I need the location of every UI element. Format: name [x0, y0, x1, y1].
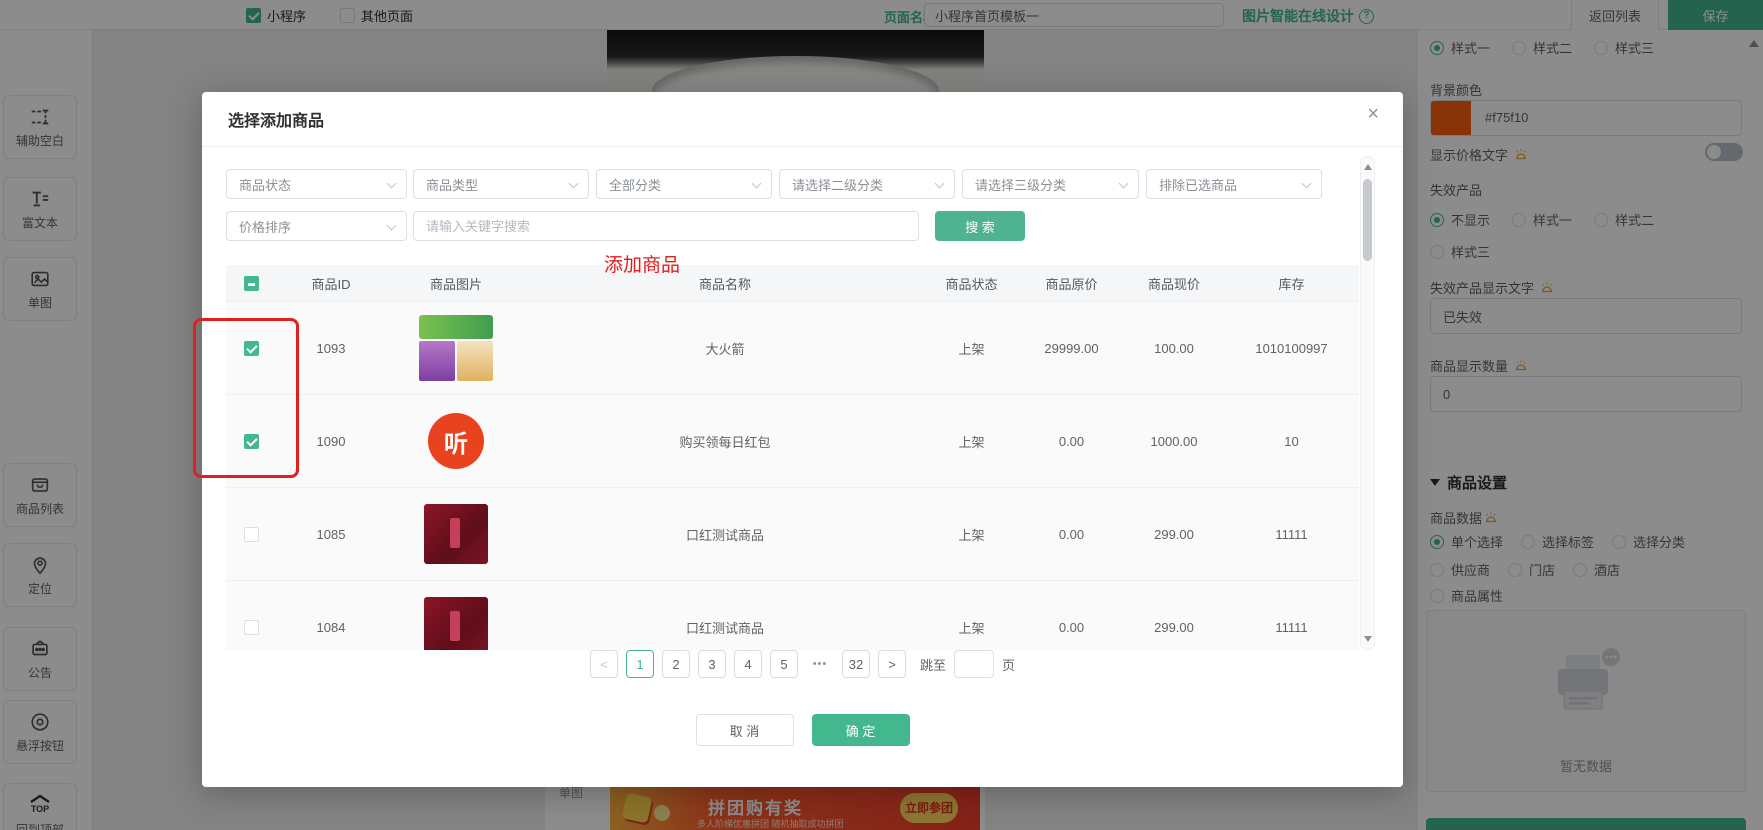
- modal-title: 选择添加商品: [228, 107, 324, 131]
- header-original-price: 商品原价: [1019, 274, 1124, 293]
- prev-page-button[interactable]: <: [590, 650, 618, 678]
- header-product-status: 商品状态: [924, 274, 1019, 293]
- jump-to-input[interactable]: [954, 650, 994, 678]
- divider: [202, 146, 1403, 147]
- header-product-name: 商品名称: [526, 274, 924, 293]
- page-button-4[interactable]: 4: [734, 650, 762, 678]
- level2-category-select[interactable]: 请选择二级分类: [779, 169, 955, 199]
- price-sort-select[interactable]: 价格排序: [226, 211, 407, 241]
- row-checkbox[interactable]: [244, 620, 259, 635]
- page-button-2[interactable]: 2: [662, 650, 690, 678]
- chevron-down-icon: [569, 179, 579, 189]
- table-row[interactable]: 1084 口红测试商品 上架 0.00 299.00 11111: [226, 580, 1359, 650]
- cancel-button[interactable]: 取 消: [696, 714, 794, 746]
- table-row[interactable]: 1093 大火箭 上架 29999.00 100.00 1010100997: [226, 301, 1359, 394]
- screen: 小程序 其他页面 页面名称 : 图片智能在线设计 ? 返回列表 保存 辅助空白 …: [0, 0, 1763, 830]
- header-product-id: 商品ID: [276, 274, 386, 293]
- next-page-button[interactable]: >: [878, 650, 906, 678]
- close-icon[interactable]: ×: [1367, 104, 1379, 124]
- product-image: [424, 504, 488, 564]
- keyword-search-input[interactable]: [413, 211, 919, 241]
- exclude-selected-select[interactable]: 排除已选商品: [1146, 169, 1322, 199]
- search-button[interactable]: 搜 索: [935, 211, 1025, 241]
- annotation-text: 添加商品: [604, 250, 680, 277]
- product-logo-image: 听: [428, 413, 484, 469]
- confirm-button[interactable]: 确 定: [812, 714, 910, 746]
- category-select[interactable]: 全部分类: [596, 169, 772, 199]
- chevron-down-icon: [1302, 179, 1312, 189]
- product-status-select[interactable]: 商品状态: [226, 169, 407, 199]
- chevron-down-icon: [387, 221, 397, 231]
- table-row[interactable]: 1090 听 购买领每日红包 上架 0.00 1000.00 10: [226, 394, 1359, 487]
- page-unit-label: 页: [1002, 655, 1015, 674]
- scrollbar-thumb[interactable]: [1363, 179, 1372, 261]
- table-scrollbar[interactable]: [1360, 156, 1375, 650]
- select-product-modal: 选择添加商品 × 商品状态 商品类型 全部分类 请选择二级分类 请选择三级分类 …: [202, 92, 1403, 787]
- chevron-down-icon: [935, 179, 945, 189]
- pagination: < 1 2 3 4 5 ••• 32 > 跳至 页: [202, 650, 1403, 678]
- header-current-price: 商品现价: [1124, 274, 1224, 293]
- annotation-rectangle: [193, 318, 299, 478]
- table-row[interactable]: 1085 口红测试商品 上架 0.00 299.00 11111: [226, 487, 1359, 580]
- header-stock: 库存: [1224, 274, 1359, 293]
- scroll-down-icon[interactable]: [1364, 636, 1372, 642]
- header-product-image: 商品图片: [386, 274, 526, 293]
- modal-footer: 取 消 确 定: [202, 714, 1403, 746]
- page-button-5[interactable]: 5: [770, 650, 798, 678]
- row-checkbox[interactable]: [244, 527, 259, 542]
- page-button-3[interactable]: 3: [698, 650, 726, 678]
- product-type-select[interactable]: 商品类型: [413, 169, 589, 199]
- chevron-down-icon: [1119, 179, 1129, 189]
- select-all-checkbox[interactable]: [244, 276, 259, 291]
- level3-category-select[interactable]: 请选择三级分类: [962, 169, 1139, 199]
- product-image: [424, 597, 488, 650]
- product-image: [419, 315, 493, 381]
- page-button-32[interactable]: 32: [842, 650, 870, 678]
- product-table: 商品ID 商品图片 商品名称 商品状态 商品原价 商品现价 库存 1093 大火…: [226, 265, 1359, 650]
- chevron-down-icon: [752, 179, 762, 189]
- table-header-row: 商品ID 商品图片 商品名称 商品状态 商品原价 商品现价 库存: [226, 265, 1359, 301]
- jump-to-label: 跳至: [920, 655, 946, 674]
- chevron-down-icon: [387, 179, 397, 189]
- page-button-1[interactable]: 1: [626, 650, 654, 678]
- pagination-ellipsis[interactable]: •••: [806, 658, 834, 670]
- scroll-up-icon[interactable]: [1364, 164, 1372, 170]
